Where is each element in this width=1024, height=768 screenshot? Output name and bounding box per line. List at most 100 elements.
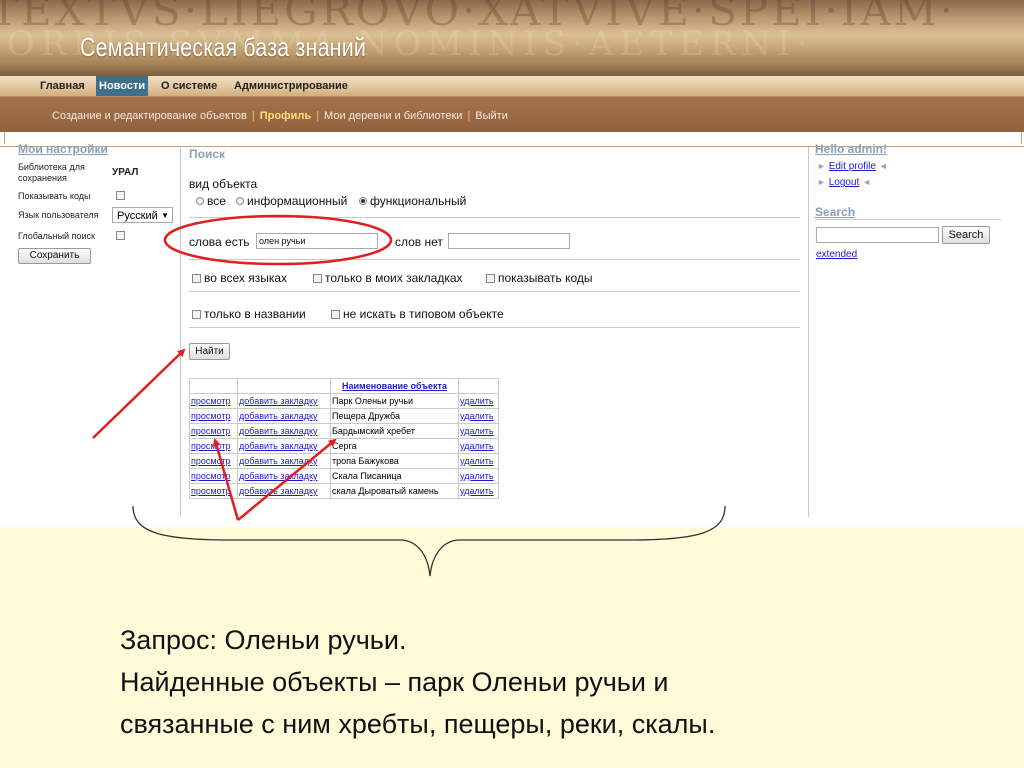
object-name: Бардымский хребет bbox=[330, 423, 459, 439]
divider bbox=[189, 327, 800, 328]
object-name: тропа Бажукова bbox=[330, 453, 459, 469]
subnav-item-libraries[interactable]: Мои деревни и библиотеки bbox=[324, 110, 462, 122]
add-bookmark-link[interactable]: добавить закладку bbox=[239, 456, 318, 466]
my-bookmarks-checkbox[interactable] bbox=[313, 274, 322, 283]
delete-link[interactable]: удалить bbox=[460, 411, 494, 421]
triangle-left-icon: ◄ bbox=[862, 177, 871, 187]
logout-link[interactable]: Logout bbox=[829, 177, 860, 188]
radio-informational-label: информационный bbox=[247, 194, 348, 208]
title-only-label: только в названии bbox=[204, 307, 306, 321]
settings-panel: Мои настройки Библиотека для сохранения … bbox=[0, 142, 181, 517]
radio-functional[interactable] bbox=[359, 197, 367, 205]
sidebar-search-input[interactable] bbox=[816, 227, 939, 243]
add-bookmark-link[interactable]: добавить закладку bbox=[239, 441, 318, 451]
subnav-item-create-edit[interactable]: Создание и редактирование объектов bbox=[52, 110, 247, 122]
add-bookmark-link[interactable]: добавить закладку bbox=[239, 471, 318, 481]
delete-link[interactable]: удалить bbox=[460, 426, 494, 436]
sub-nav: Создание и редактирование объектов | Профи… bbox=[0, 97, 1024, 132]
search-title: Поиск bbox=[189, 147, 226, 161]
library-value: УРАЛ bbox=[112, 167, 139, 178]
add-bookmark-link[interactable]: добавить закладку bbox=[239, 411, 318, 421]
view-link[interactable]: просмотр bbox=[191, 486, 231, 496]
nav-item-home[interactable]: Главная bbox=[37, 76, 88, 96]
global-search-checkbox[interactable] bbox=[116, 231, 125, 240]
language-select[interactable]: Русский ▼ bbox=[112, 207, 173, 223]
show-codes-option-label: показывать коды bbox=[498, 271, 593, 285]
caption-line: Найденные объекты – парк Оленьи ручьи и bbox=[120, 667, 669, 697]
view-link[interactable]: просмотр bbox=[191, 471, 231, 481]
object-name: Скала Писаница bbox=[330, 468, 459, 484]
object-name: Пещера Дружба bbox=[330, 408, 459, 424]
site-title: Семантическая база знаний bbox=[80, 32, 367, 62]
results-table: Наименование объекта просмотр добавить з… bbox=[189, 378, 499, 499]
no-typical-label: не искать в типовом объекте bbox=[343, 307, 504, 321]
view-link[interactable]: просмотр bbox=[191, 411, 231, 421]
greeting: Hello admin! bbox=[815, 142, 888, 156]
add-bookmark-link[interactable]: добавить закладку bbox=[239, 486, 318, 496]
subnav-item-logout[interactable]: Выйти bbox=[475, 110, 508, 122]
radio-all[interactable] bbox=[196, 197, 204, 205]
nav-item-about[interactable]: О системе bbox=[158, 76, 220, 96]
words-no-label: слов нет bbox=[395, 235, 443, 249]
add-bookmark-link[interactable]: добавить закладку bbox=[239, 426, 318, 436]
show-codes-label: Показывать коды bbox=[18, 191, 91, 201]
nav-item-admin[interactable]: Администрирование bbox=[231, 76, 351, 96]
no-typical-checkbox[interactable] bbox=[331, 310, 340, 319]
divider bbox=[189, 259, 800, 260]
delete-link[interactable]: удалить bbox=[460, 441, 494, 451]
main-nav: Главная Новости О системе Администрирова… bbox=[0, 76, 1024, 97]
column-header-name[interactable]: Наименование объекта bbox=[330, 378, 459, 394]
add-bookmark-link[interactable]: добавить закладку bbox=[239, 396, 318, 406]
save-settings-button[interactable]: Сохранить bbox=[18, 248, 91, 264]
show-codes-checkbox[interactable] bbox=[116, 191, 125, 200]
divider bbox=[815, 219, 1001, 220]
table-row: просмотр добавить закладку Бардымский хр… bbox=[189, 423, 499, 439]
find-button[interactable]: Найти bbox=[189, 343, 230, 360]
library-label: Библиотека для сохранения bbox=[18, 162, 85, 183]
triangle-left-icon: ◄ bbox=[878, 161, 888, 171]
delete-link[interactable]: удалить bbox=[460, 456, 494, 466]
show-codes-option-checkbox[interactable] bbox=[486, 274, 495, 283]
language-value: Русский bbox=[117, 210, 158, 222]
caption-line: Запрос: Оленьи ручьи. bbox=[120, 625, 407, 655]
all-languages-checkbox[interactable] bbox=[192, 274, 201, 283]
delete-link[interactable]: удалить bbox=[460, 486, 494, 496]
caption-text: Запрос: Оленьи ручьи. Найденные объекты … bbox=[120, 619, 715, 745]
table-row: просмотр добавить закладку Скала Писаниц… bbox=[189, 468, 499, 484]
global-search-label: Глобальный поиск bbox=[18, 231, 95, 241]
subnav-separator: | bbox=[316, 110, 320, 122]
delete-link[interactable]: удалить bbox=[460, 396, 494, 406]
caption-line: связанные с ним хребты, пещеры, реки, ск… bbox=[120, 709, 716, 739]
divider bbox=[189, 291, 800, 292]
triangle-right-icon: ► bbox=[817, 161, 826, 171]
view-link[interactable]: просмотр bbox=[191, 426, 231, 436]
extended-search-item: extended bbox=[816, 249, 857, 260]
table-row: просмотр добавить закладку Парк Оленьи р… bbox=[189, 393, 499, 409]
delete-link[interactable]: удалить bbox=[460, 471, 494, 481]
chevron-down-icon: ▼ bbox=[161, 211, 169, 220]
all-languages-label: во всех языках bbox=[204, 271, 288, 285]
words-no-input[interactable] bbox=[448, 233, 570, 249]
subnav-item-profile[interactable]: Профиль bbox=[260, 110, 311, 122]
object-name: скала Дыроватый камень bbox=[330, 483, 459, 499]
subnav-separator: | bbox=[467, 110, 471, 122]
view-link[interactable]: просмотр bbox=[191, 441, 231, 451]
radio-functional-label: функциональный bbox=[370, 194, 467, 208]
words-yes-label: слова есть bbox=[189, 235, 250, 249]
table-row: просмотр добавить закладку тропа Бажуков… bbox=[189, 453, 499, 469]
words-yes-input[interactable]: олен ручьи bbox=[256, 233, 378, 249]
object-name: Парк Оленьи ручьи bbox=[330, 393, 459, 409]
view-link[interactable]: просмотр bbox=[191, 396, 231, 406]
radio-all-label: все bbox=[207, 194, 226, 208]
extended-search-link[interactable]: extended bbox=[816, 249, 857, 260]
site-header: TEXTVS·LIEGROVO·XATVIVE·SPEI·IAM· ·ORBIS… bbox=[0, 0, 1024, 76]
logout-item: ► Logout ◄ bbox=[817, 177, 871, 188]
edit-profile-link[interactable]: Edit profile bbox=[829, 161, 876, 172]
radio-informational[interactable] bbox=[236, 197, 244, 205]
view-link[interactable]: просмотр bbox=[191, 456, 231, 466]
title-only-checkbox[interactable] bbox=[192, 310, 201, 319]
divider bbox=[189, 217, 800, 218]
nav-item-news[interactable]: Новости bbox=[96, 76, 149, 96]
settings-title[interactable]: Мои настройки bbox=[18, 142, 108, 156]
sidebar-search-button[interactable]: Search bbox=[942, 226, 990, 244]
